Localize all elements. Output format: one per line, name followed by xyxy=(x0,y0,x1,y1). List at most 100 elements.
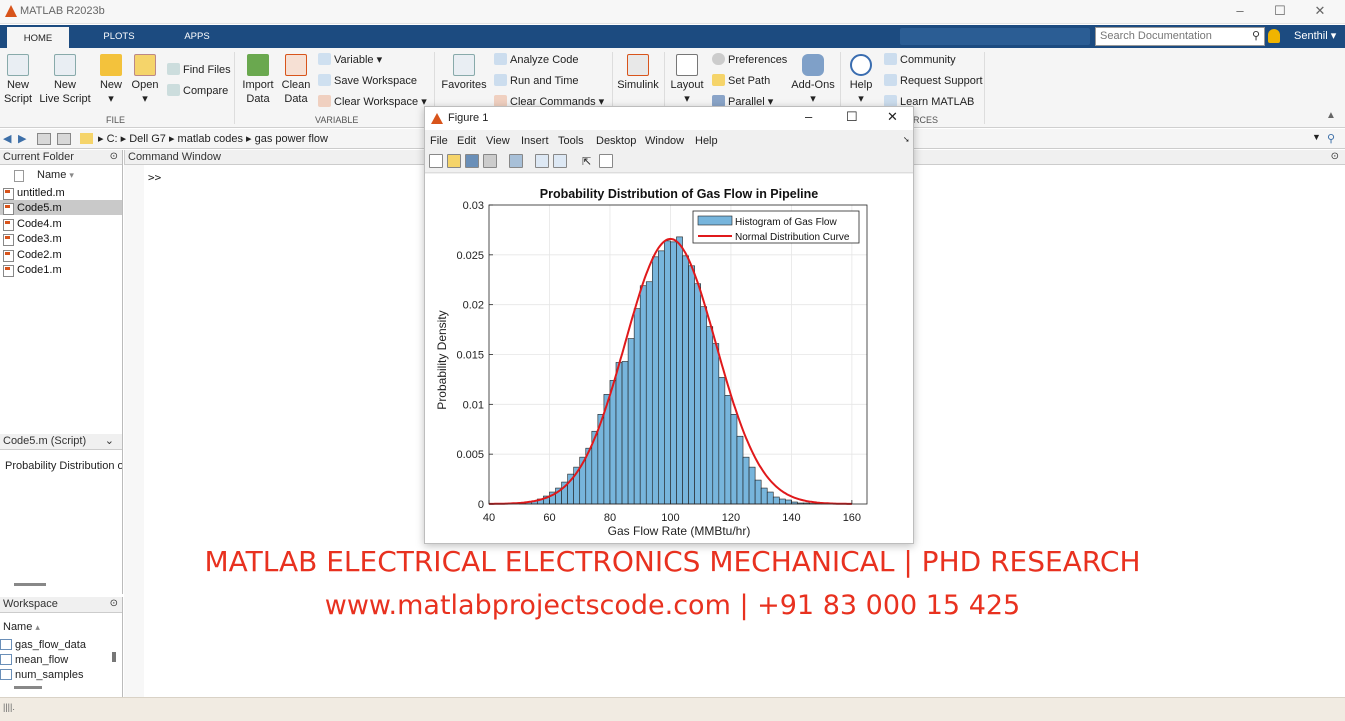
scrollbar[interactable] xyxy=(112,652,116,662)
x-tick-label: 160 xyxy=(843,512,861,524)
request-support-icon xyxy=(884,74,897,86)
analyze-code-button[interactable]: Analyze Code xyxy=(494,53,579,66)
maximize-button[interactable]: ☐ xyxy=(1270,3,1290,19)
menu-file[interactable]: File xyxy=(430,135,448,147)
menu-desktop[interactable]: Desktop xyxy=(596,135,636,147)
tab-plots[interactable]: PLOTS xyxy=(90,25,148,48)
search-documentation-input[interactable]: Search Documentation ⚲ xyxy=(1095,27,1265,46)
workspace-column-label: Name xyxy=(3,621,33,633)
x-tick-label: 120 xyxy=(722,512,740,524)
pointer-icon[interactable]: ⇱ xyxy=(581,154,595,168)
quick-access-toolbar[interactable] xyxy=(900,28,1090,45)
new-live-script-button[interactable]: New Live Script xyxy=(38,54,92,106)
link-plot-icon[interactable] xyxy=(509,154,523,168)
variable-button[interactable]: Variable ▾ xyxy=(318,53,382,66)
add-ons-button[interactable]: Add-Ons ▾ xyxy=(790,54,836,106)
colorbar-icon[interactable] xyxy=(535,154,549,168)
forward-icon[interactable]: ▶ xyxy=(18,132,26,145)
figure-close-button[interactable]: ✕ xyxy=(887,109,898,125)
open-button[interactable]: Open ▾ xyxy=(130,54,160,106)
request-support-button[interactable]: Request Support xyxy=(884,74,983,87)
chevron-down-icon[interactable]: ⌄ xyxy=(105,434,114,448)
menu-overflow-icon[interactable]: ➘ xyxy=(903,135,910,144)
close-button[interactable]: ✕ xyxy=(1310,3,1330,19)
figure-window[interactable]: Figure 1 – ☐ ✕ File Edit View Insert Too… xyxy=(424,106,914,544)
workspace-var-mean-flow[interactable]: mean_flow xyxy=(0,654,68,666)
clean-data-icon xyxy=(285,54,307,76)
browse-folder-icon[interactable] xyxy=(57,133,71,145)
bell-icon[interactable] xyxy=(1268,29,1280,43)
save-workspace-button[interactable]: Save Workspace xyxy=(318,74,417,87)
layout-button[interactable]: Layout ▾ xyxy=(668,54,706,106)
workspace-name-column[interactable]: Name ▴ xyxy=(3,621,40,633)
figure-maximize-button[interactable]: ☐ xyxy=(846,109,858,125)
menu-tools[interactable]: Tools xyxy=(558,135,584,147)
y-tick-label: 0.02 xyxy=(463,300,484,312)
histogram-chart[interactable]: 40 60 80 100 120 140 160 0 0.005 0.01 0.015 0.02 0.… xyxy=(425,174,913,543)
menu-view[interactable]: View xyxy=(486,135,510,147)
back-icon[interactable]: ◀ xyxy=(3,132,11,145)
breadcrumb-gas-power-flow[interactable]: gas power flow xyxy=(255,133,328,145)
panel-menu-icon[interactable]: ⊙ xyxy=(110,150,118,164)
m-file-icon xyxy=(3,265,14,277)
figure-minimize-button[interactable]: – xyxy=(805,109,812,124)
user-menu[interactable]: Senthil ▾ xyxy=(1294,29,1336,42)
name-column-header[interactable]: Name ▾ xyxy=(37,169,74,181)
legend-histogram-swatch xyxy=(697,215,733,226)
property-editor-icon[interactable] xyxy=(599,154,613,168)
figure-canvas[interactable]: 40 60 80 100 120 140 160 0 0.005 0.01 0.015 0.02 0.… xyxy=(425,174,913,543)
new-script-button[interactable]: New Script xyxy=(2,54,34,106)
menu-help[interactable]: Help xyxy=(695,135,718,147)
print-icon[interactable] xyxy=(483,154,497,168)
tab-home[interactable]: HOME xyxy=(7,25,69,48)
file-untitled[interactable]: untitled.m xyxy=(3,187,65,200)
find-files-button[interactable]: Find Files xyxy=(167,63,231,76)
new-figure-icon[interactable] xyxy=(429,154,443,168)
clean-data-button[interactable]: Clean Data xyxy=(280,54,312,106)
open-file-icon[interactable] xyxy=(447,154,461,168)
breadcrumb-drive[interactable]: C: xyxy=(107,133,118,145)
preferences-button[interactable]: Preferences xyxy=(712,53,787,66)
file-code4[interactable]: Code4.m xyxy=(3,218,62,231)
workspace-var-num-samples[interactable]: num_samples xyxy=(0,669,83,681)
community-button[interactable]: Community xyxy=(884,53,956,66)
file-code1[interactable]: Code1.m xyxy=(3,264,62,277)
address-dropdown-icon[interactable]: ▼ xyxy=(1312,132,1321,142)
name-column-label: Name xyxy=(37,169,67,181)
search-folder-icon[interactable]: ⚲ xyxy=(1327,132,1335,145)
tab-apps[interactable]: APPS xyxy=(168,25,226,48)
command-prompt: >> xyxy=(148,171,162,184)
up-folder-icon[interactable] xyxy=(37,133,51,145)
collapse-ribbon-icon[interactable]: ▲ xyxy=(1326,110,1336,121)
panel-menu-icon[interactable]: ⊙ xyxy=(1331,150,1339,164)
user-name: Senthil xyxy=(1294,30,1328,42)
save-icon[interactable] xyxy=(465,154,479,168)
set-path-button[interactable]: Set Path xyxy=(712,74,770,87)
legend-icon[interactable] xyxy=(553,154,567,168)
favorites-button[interactable]: Favorites xyxy=(440,54,488,92)
file-code5[interactable]: Code5.m xyxy=(3,202,62,215)
clear-workspace-button[interactable]: Clear Workspace ▾ xyxy=(318,95,427,108)
menu-insert[interactable]: Insert xyxy=(521,135,549,147)
minimize-button[interactable]: – xyxy=(1230,3,1250,18)
breadcrumb[interactable]: ▸ C: ▸ Dell G7 ▸ matlab codes ▸ gas powe… xyxy=(98,132,328,145)
menu-edit[interactable]: Edit xyxy=(457,135,476,147)
menu-window[interactable]: Window xyxy=(645,135,684,147)
m-file-icon xyxy=(3,219,14,231)
file-name: Code1.m xyxy=(17,264,62,276)
compare-button[interactable]: Compare xyxy=(167,84,228,97)
histogram-bar xyxy=(627,338,635,505)
compare-label: Compare xyxy=(183,85,229,97)
help-button[interactable]: Help ▾ xyxy=(846,54,876,106)
simulink-button[interactable]: Simulink xyxy=(616,54,660,92)
horizontal-scrollbar[interactable] xyxy=(14,686,42,689)
breadcrumb-dell-g7[interactable]: Dell G7 xyxy=(129,133,166,145)
splitter-handle[interactable] xyxy=(14,583,46,586)
file-code3[interactable]: Code3.m xyxy=(3,233,62,246)
run-and-time-button[interactable]: Run and Time xyxy=(494,74,578,87)
import-data-button[interactable]: Import Data xyxy=(240,54,276,106)
workspace-var-gas-flow-data[interactable]: gas_flow_data xyxy=(0,639,86,651)
file-code2[interactable]: Code2.m xyxy=(3,249,62,262)
new-button[interactable]: New ▾ xyxy=(96,54,126,106)
breadcrumb-matlab-codes[interactable]: matlab codes xyxy=(178,133,243,145)
